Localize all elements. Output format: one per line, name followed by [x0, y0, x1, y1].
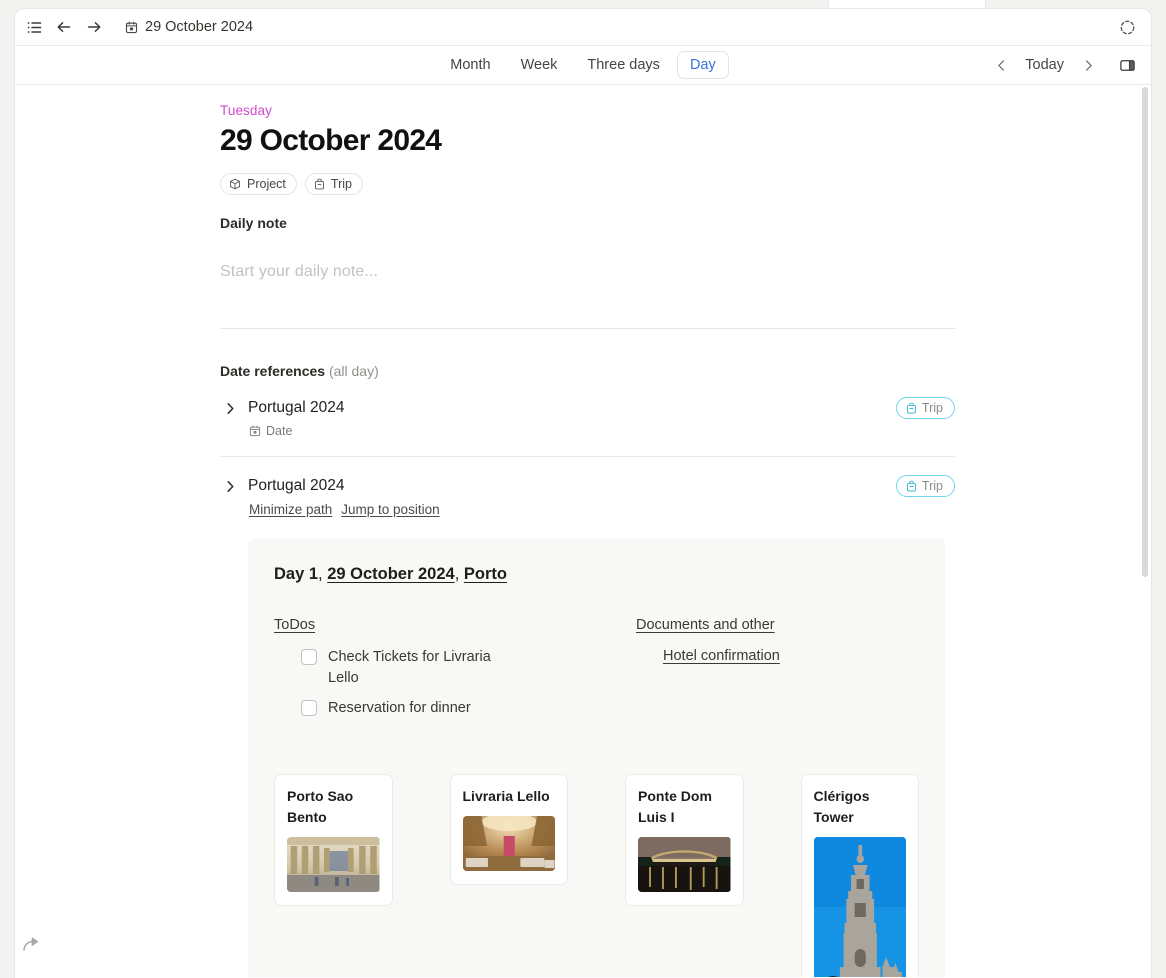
reference-row-1: Portugal 2024 Date Trip: [220, 379, 955, 438]
view-bar-controls: Today: [988, 51, 1141, 79]
view-tabs: Month Week Three days Day: [437, 51, 729, 79]
todo-label: Check Tickets for Livraria Lello: [328, 649, 491, 686]
place-card[interactable]: Porto Sao Bento: [274, 774, 393, 906]
breadcrumb-label: 29 October 2024: [145, 19, 254, 35]
section-divider: [220, 328, 955, 329]
page-scroll-area[interactable]: Tuesday 29 October 2024 Project Trip Dai…: [15, 85, 1151, 977]
chevron-left-icon[interactable]: [988, 52, 1014, 78]
view-bar: Month Week Three days Day Today: [15, 46, 1151, 85]
status-badge-label: Trip: [921, 401, 943, 415]
app-window: 29 October 2024 Month Week Three days Da…: [14, 8, 1152, 978]
daily-note-title: Daily note: [220, 215, 287, 231]
top-bar: 29 October 2024: [15, 9, 1151, 46]
content-column: Tuesday 29 October 2024 Project Trip Dai…: [220, 103, 955, 977]
reference-meta-label: Date: [266, 424, 293, 438]
date-references-subtitle: (all day): [328, 363, 379, 379]
daily-note-input[interactable]: Start your daily note...: [220, 263, 955, 281]
date-references-title: Date references: [220, 363, 326, 379]
reference-meta: Date: [249, 424, 955, 438]
hotel-confirmation-link[interactable]: Hotel confirmation: [663, 648, 780, 664]
tag-project-label: Project: [247, 177, 286, 191]
tag-trip[interactable]: Trip: [304, 173, 363, 195]
sync-dashed-circle-icon[interactable]: [1113, 13, 1141, 41]
todo-item: Reservation for dinner: [301, 698, 636, 719]
reference-row-2: Portugal 2024 Minimize path Jump to posi…: [220, 457, 955, 517]
backpack-icon: [314, 178, 325, 190]
reference-body-1: Portugal 2024 Date: [248, 397, 955, 438]
documents-list: Hotel confirmation: [636, 647, 919, 665]
reference-title[interactable]: Portugal 2024: [248, 397, 955, 419]
todo-label: Reservation for dinner: [328, 700, 471, 716]
tab-three-days[interactable]: Three days: [574, 51, 673, 79]
embedded-title-sep-1: ,: [318, 565, 328, 583]
status-badge[interactable]: Trip: [895, 475, 955, 497]
back-arrow-icon[interactable]: [49, 13, 79, 41]
todos-heading[interactable]: ToDos: [274, 617, 315, 633]
reference-path-links: Minimize path Jump to position: [249, 502, 955, 517]
todo-checkbox[interactable]: [301, 649, 317, 665]
embedded-columns: ToDos Check Tickets for Livraria Lello R…: [274, 616, 919, 728]
embedded-title-sep-2: ,: [454, 565, 464, 583]
vertical-scrollbar[interactable]: [1142, 87, 1148, 577]
desktop-backdrop: [0, 0, 1166, 8]
chevron-right-icon[interactable]: [220, 475, 240, 497]
share-arrow-icon[interactable]: [20, 933, 42, 955]
tag-row: Project Trip: [220, 173, 955, 195]
tag-trip-label: Trip: [330, 177, 352, 191]
place-card[interactable]: Ponte Dom Luis I: [625, 774, 744, 906]
browser-tab-sliver: [828, 0, 986, 8]
place-cards: Porto Sao Bento Livraria Lello Ponte Dom…: [274, 774, 919, 977]
sidebar-list-icon[interactable]: [19, 13, 49, 41]
embedded-page-title: Day 1, 29 October 2024, Porto: [274, 562, 919, 586]
porto-sao-bento-station-photo: [287, 837, 380, 892]
weekday-label: Tuesday: [220, 103, 272, 118]
place-card[interactable]: Livraria Lello: [449, 774, 568, 885]
date-references-heading: Date references (all day): [220, 363, 955, 379]
today-button[interactable]: Today: [1016, 54, 1073, 76]
embedded-title-prefix: Day 1: [274, 565, 319, 583]
todos-column: ToDos Check Tickets for Livraria Lello R…: [274, 616, 636, 728]
tag-project[interactable]: Project: [220, 173, 297, 195]
place-card-title: Ponte Dom Luis I: [638, 788, 712, 825]
documents-heading[interactable]: Documents and other: [636, 617, 775, 633]
todo-checkbox[interactable]: [301, 700, 317, 716]
backpack-icon: [906, 402, 917, 414]
calendar-icon: [125, 21, 138, 34]
place-card-title: Clérigos Tower: [813, 788, 870, 825]
tab-day[interactable]: Day: [676, 51, 729, 79]
calendar-icon: [249, 425, 261, 437]
jump-to-position-link[interactable]: Jump to position: [341, 502, 439, 517]
todo-item: Check Tickets for Livraria Lello: [301, 647, 636, 689]
chevron-right-icon[interactable]: [220, 397, 240, 419]
app-screen: 29 October 2024 Month Week Three days Da…: [0, 0, 1166, 978]
status-badge[interactable]: Trip: [895, 397, 955, 419]
embedded-date-link[interactable]: 29 October 2024: [327, 565, 455, 583]
ponte-dom-luis-bridge-photo: [638, 837, 731, 892]
documents-column: Documents and other Hotel confirmation: [636, 616, 919, 728]
embedded-page-card: Day 1, 29 October 2024, Porto ToDos Chec…: [248, 538, 945, 977]
status-badge-label: Trip: [921, 479, 943, 493]
place-card[interactable]: Clérigos Tower: [800, 774, 919, 977]
place-card-title: Livraria Lello: [462, 788, 550, 804]
reference-body-2: Portugal 2024 Minimize path Jump to posi…: [248, 475, 955, 517]
cube-icon: [229, 178, 241, 190]
chevron-right-icon[interactable]: [1075, 52, 1101, 78]
clerigos-tower-photo: [813, 837, 906, 977]
backpack-icon: [906, 480, 917, 492]
page-title: 29 October 2024: [220, 124, 442, 157]
embedded-city-link[interactable]: Porto: [464, 565, 507, 583]
tab-week[interactable]: Week: [508, 51, 571, 79]
reference-title[interactable]: Portugal 2024: [248, 475, 955, 497]
side-panel-icon[interactable]: [1113, 51, 1141, 79]
minimize-path-link[interactable]: Minimize path: [249, 502, 332, 517]
breadcrumb[interactable]: 29 October 2024: [119, 16, 259, 38]
tab-month[interactable]: Month: [437, 51, 503, 79]
livraria-lello-interior-photo: [462, 816, 555, 871]
page-content: Tuesday 29 October 2024 Project Trip Dai…: [15, 85, 1151, 977]
forward-arrow-icon[interactable]: [79, 13, 109, 41]
place-card-title: Porto Sao Bento: [287, 788, 354, 825]
